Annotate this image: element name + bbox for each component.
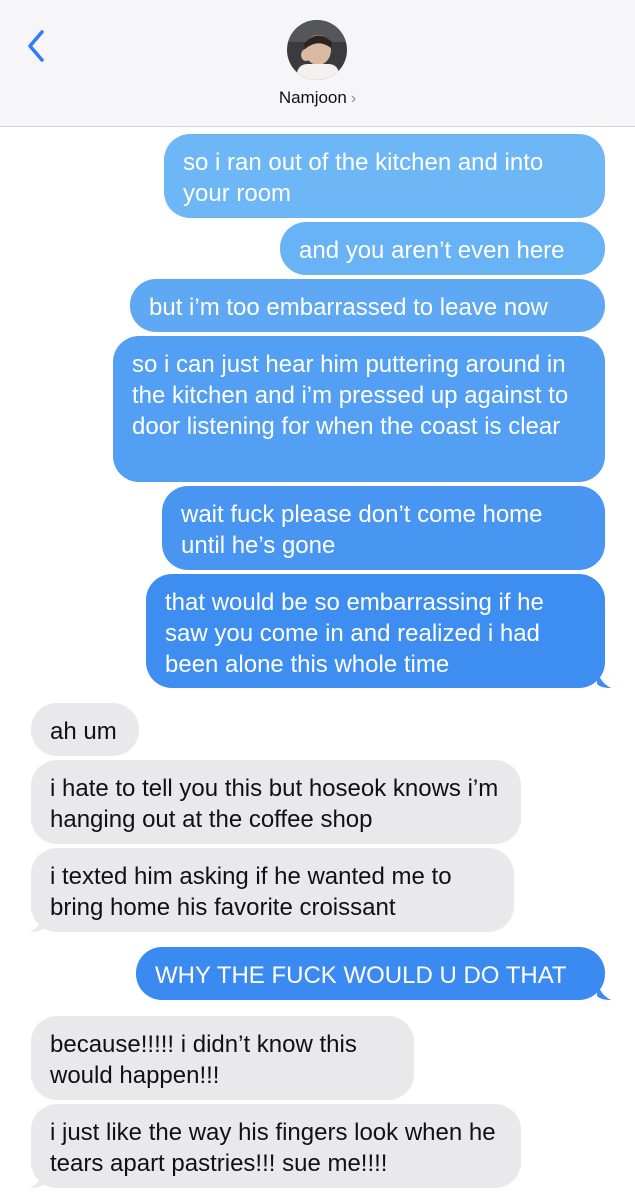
message-bubble-outgoing[interactable]: WHY THE FUCK WOULD U DO THAT xyxy=(136,947,605,1000)
message-bubble-incoming[interactable]: i hate to tell you this but hoseok knows… xyxy=(31,760,521,844)
message-text: i hate to tell you this but hoseok knows… xyxy=(50,775,499,833)
message-bubble-incoming[interactable]: ah um xyxy=(31,703,139,756)
message-text: so i can just hear him puttering around … xyxy=(132,351,569,440)
message-bubble-outgoing[interactable]: that would be so embarrassing if he saw … xyxy=(146,574,605,688)
message-text: wait fuck please don’t come home until h… xyxy=(181,501,543,559)
bubble-tail xyxy=(30,1168,44,1188)
message-bubble-incoming[interactable]: i texted him asking if he wanted me to b… xyxy=(31,848,514,932)
message-bubble-incoming[interactable]: because!!!!! i didn’t know this would ha… xyxy=(31,1016,414,1100)
chevron-left-icon[interactable] xyxy=(22,26,52,66)
message-bubble-outgoing[interactable]: but i’m too embarrassed to leave now xyxy=(130,279,605,332)
message-text: so i ran out of the kitchen and into you… xyxy=(183,149,544,207)
chevron-right-icon: › xyxy=(350,90,357,107)
message-bubble-incoming[interactable]: i just like the way his fingers look whe… xyxy=(31,1104,521,1188)
message-bubble-outgoing[interactable]: so i ran out of the kitchen and into you… xyxy=(164,134,605,218)
message-text: and you aren’t even here xyxy=(299,237,565,264)
message-text: i texted him asking if he wanted me to b… xyxy=(50,863,452,921)
message-bubble-outgoing[interactable]: wait fuck please don’t come home until h… xyxy=(162,486,605,570)
message-text: i just like the way his fingers look whe… xyxy=(50,1119,496,1177)
message-text: because!!!!! i didn’t know this would ha… xyxy=(50,1031,357,1089)
message-text: that would be so embarrassing if he saw … xyxy=(165,589,544,678)
message-text: but i’m too embarrassed to leave now xyxy=(149,294,548,321)
contact-name: Namjoon xyxy=(278,88,347,107)
contact-name-button[interactable]: Namjoon › xyxy=(0,88,635,108)
message-text: WHY THE FUCK WOULD U DO THAT xyxy=(155,962,567,989)
message-text: ah um xyxy=(50,718,117,745)
bubble-tail xyxy=(597,668,611,688)
message-bubble-outgoing[interactable]: so i can just hear him puttering around … xyxy=(113,336,605,482)
message-bubble-outgoing[interactable]: and you aren’t even here xyxy=(280,222,605,275)
conversation-header: Namjoon › xyxy=(0,0,635,127)
avatar[interactable] xyxy=(287,20,347,80)
bubble-tail xyxy=(30,912,44,932)
avatar-photo xyxy=(287,20,347,80)
bubble-tail xyxy=(597,980,611,1000)
